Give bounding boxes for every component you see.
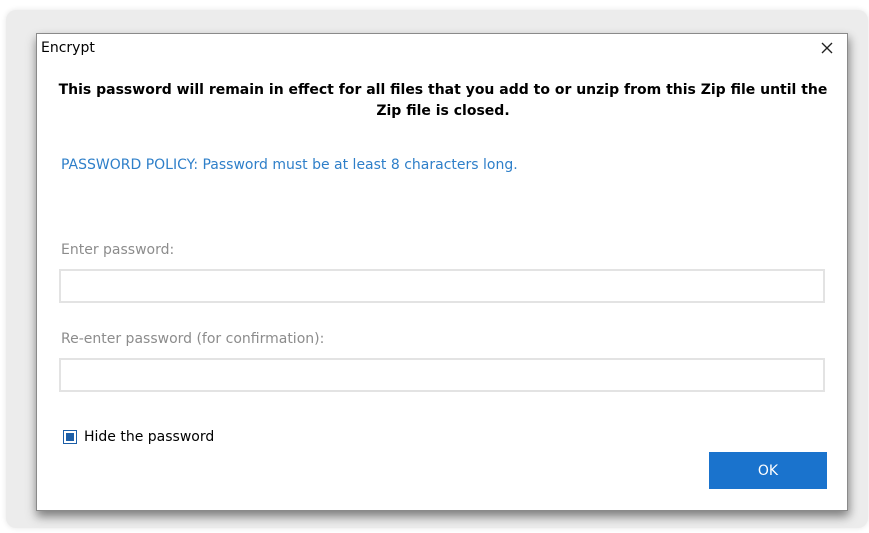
encrypt-dialog: Encrypt This password will remain in eff… (36, 33, 848, 511)
password-label: Enter password: (61, 242, 175, 258)
confirm-password-field[interactable] (59, 358, 825, 392)
dialog-title: Encrypt (41, 40, 95, 56)
password-field[interactable] (59, 269, 825, 303)
close-button[interactable] (817, 38, 837, 58)
close-icon (821, 42, 833, 54)
checkbox-checked-mark (66, 433, 74, 441)
dialog-headline: This password will remain in effect for … (58, 82, 828, 119)
confirm-password-label: Re-enter password (for confirmation): (61, 331, 325, 347)
hide-password-checkbox[interactable] (63, 430, 77, 444)
password-policy: PASSWORD POLICY: Password must be at lea… (61, 157, 518, 173)
hide-password-label: Hide the password (84, 429, 215, 445)
hide-password-option[interactable]: Hide the password (63, 429, 214, 445)
ok-button[interactable]: OK (709, 452, 827, 489)
